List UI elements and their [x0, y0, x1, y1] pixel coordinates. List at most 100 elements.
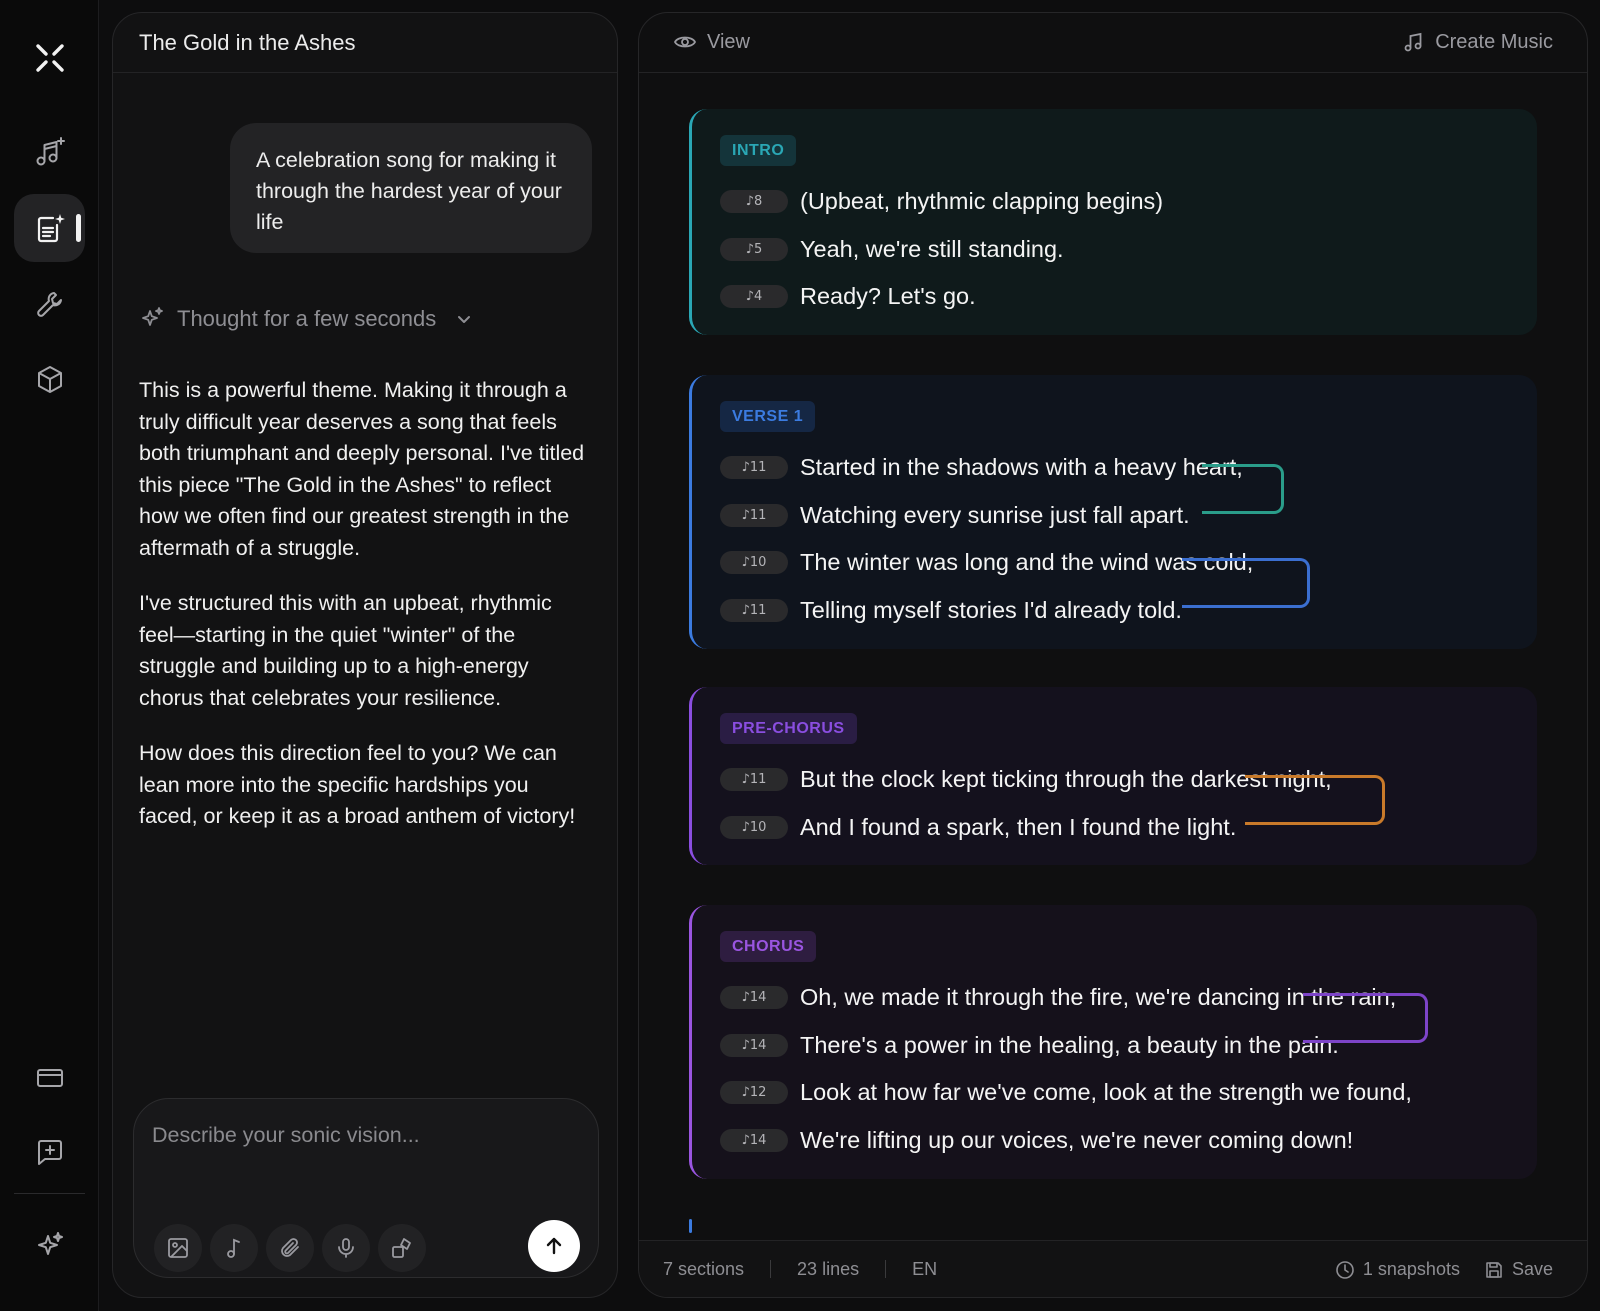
wrench-icon — [36, 292, 62, 317]
user-message: A celebration song for making it through… — [230, 123, 592, 253]
section-tag[interactable]: CHORUS — [720, 931, 817, 962]
syllable-count: ♪14 — [720, 1033, 788, 1057]
clock-icon — [1336, 1260, 1354, 1279]
document-sparkle-icon — [37, 214, 65, 243]
reply-paragraph: This is a powerful theme. Making it thro… — [139, 378, 585, 560]
save-label: Save — [1511, 1259, 1553, 1279]
editor-header: View Create Music — [639, 13, 1587, 73]
footer-divider — [885, 1260, 887, 1278]
nav-feedback[interactable] — [14, 1118, 85, 1186]
view-button[interactable]: View — [673, 30, 750, 54]
message-plus-icon — [37, 1140, 62, 1165]
syllable-count: ♪11 — [720, 456, 788, 480]
syllable-count: ♪11 — [720, 503, 788, 527]
logo-button[interactable] — [14, 24, 85, 92]
footer-divider — [770, 1260, 772, 1278]
assistant-reply: This is a powerful theme. Making it thro… — [139, 375, 591, 857]
lyric-text[interactable]: We're lifting up our voices, we're never… — [800, 1127, 1353, 1154]
thought-toggle[interactable]: Thought for a few seconds — [139, 306, 474, 332]
voice-input-button[interactable] — [322, 1224, 370, 1272]
lyric-line[interactable]: ♪10 The winter was long and the wind was … — [720, 539, 1537, 587]
lyric-text[interactable]: (Upbeat, rhythmic clapping begins) — [800, 188, 1163, 215]
card-icon — [36, 1069, 63, 1087]
active-indicator — [76, 214, 81, 242]
save-icon — [1486, 1261, 1502, 1278]
editor-footer: 7 sections 23 lines EN 1 snapshots Save — [639, 1240, 1587, 1297]
sparkle-icon — [142, 307, 163, 326]
nav-create-song[interactable] — [14, 118, 85, 186]
lyric-section-pre-chorus: PRE-CHORUS ♪11 But the clock kept ticking… — [689, 687, 1537, 865]
eye-icon — [673, 36, 697, 48]
chat-panel: The Gold in the Ashes A celebration song… — [112, 12, 618, 1298]
section-tag[interactable]: VERSE 1 — [720, 401, 816, 432]
lyric-section-chorus: CHORUS ♪14 Oh, we made it through the fir… — [689, 905, 1537, 1179]
lyric-line[interactable]: ♪8 (Upbeat, rhythmic clapping begins) — [720, 178, 1537, 226]
music-note-icon — [1404, 32, 1422, 52]
lyric-line[interactable]: ♪5 Yeah, we're still standing. — [720, 226, 1537, 274]
nav-packages[interactable] — [14, 346, 85, 414]
syllable-count: ♪11 — [720, 768, 788, 792]
lyric-line[interactable]: ♪14 We're lifting up our voices, we're ne… — [720, 1117, 1537, 1165]
chat-header: The Gold in the Ashes — [113, 13, 617, 73]
rhyme-link-purple — [1303, 993, 1428, 1043]
lyric-line[interactable]: ♪11 But the clock kept ticking through th… — [720, 756, 1537, 804]
view-label: View — [707, 30, 750, 53]
image-icon — [168, 1238, 188, 1258]
section-tag[interactable]: INTRO — [720, 135, 797, 166]
section-tag[interactable]: PRE-CHORUS — [720, 713, 857, 744]
nav-ai-assistant[interactable] — [14, 1212, 85, 1280]
lyric-line[interactable]: ♪11 Telling myself stories I'd already to… — [720, 587, 1537, 635]
nav-tools[interactable] — [14, 270, 85, 338]
arrow-up-icon — [546, 1237, 562, 1255]
rhyme-link-blue — [1182, 558, 1310, 608]
lyric-text[interactable]: Watching every sunrise just fall apart. — [800, 502, 1190, 529]
lyric-line[interactable]: ♪11 Started in the shadows with a heavy h… — [720, 444, 1537, 492]
music-sparkle-icon — [36, 137, 65, 166]
send-button[interactable] — [528, 1220, 580, 1272]
lyric-text[interactable]: Yeah, we're still standing. — [800, 236, 1064, 263]
save-button[interactable]: Save — [1484, 1259, 1553, 1280]
cube-icon — [37, 366, 62, 393]
lyric-text[interactable]: There's a power in the healing, a beauty… — [800, 1032, 1339, 1059]
song-title: The Gold in the Ashes — [139, 29, 356, 55]
lyric-text[interactable]: Telling myself stories I'd already told. — [800, 597, 1182, 624]
composer — [133, 1098, 599, 1278]
prompt-input[interactable] — [152, 1117, 572, 1153]
syllable-count: ♪14 — [720, 986, 788, 1010]
lyric-line[interactable]: ♪4 Ready? Let's go. — [720, 273, 1537, 321]
syllable-count: ♪8 — [720, 190, 788, 214]
next-section-edge — [689, 1219, 692, 1233]
reply-paragraph: How does this direction feel to you? We … — [139, 741, 576, 828]
snapshots-button[interactable]: 1 snapshots — [1335, 1259, 1460, 1280]
microphone-icon — [338, 1238, 354, 1258]
style-button[interactable] — [378, 1224, 426, 1272]
lyric-line[interactable]: ♪11 Watching every sunrise just fall apar… — [720, 492, 1537, 540]
app-rail — [0, 0, 99, 1311]
syllable-count: ♪4 — [720, 285, 788, 309]
syllable-count: ♪10 — [720, 551, 788, 575]
rhyme-link-teal — [1202, 464, 1284, 514]
lyric-text[interactable]: Look at how far we've come, look at the … — [800, 1079, 1412, 1106]
chevron-down-icon — [458, 316, 471, 323]
rhyme-link-orange — [1245, 775, 1385, 825]
syllable-count: ♪10 — [720, 815, 788, 839]
lyric-text[interactable]: Ready? Let's go. — [800, 283, 976, 310]
syllable-count: ♪12 — [720, 1081, 788, 1105]
lyric-line[interactable]: ♪10 And I found a spark, then I found the… — [720, 804, 1537, 852]
lyric-text[interactable]: And I found a spark, then I found the li… — [800, 814, 1236, 841]
shapes-icon — [392, 1238, 411, 1258]
create-music-button[interactable]: Create Music — [1401, 30, 1553, 54]
logo-icon — [35, 44, 64, 72]
nav-billing[interactable] — [14, 1044, 85, 1112]
lyric-text[interactable]: Started in the shadows with a heavy hear… — [800, 454, 1243, 481]
lyrics-editor-panel: View Create Music INTRO ♪8 (Upbeat, rhyth… — [638, 12, 1588, 1298]
attach-audio-button[interactable] — [210, 1224, 258, 1272]
language-code[interactable]: EN — [912, 1259, 937, 1280]
nav-lyrics-editor[interactable] — [14, 194, 85, 262]
attach-file-button[interactable] — [266, 1224, 314, 1272]
lyric-section-verse-1: VERSE 1 ♪11 Started in the shadows with a… — [689, 375, 1537, 649]
syllable-count: ♪14 — [720, 1128, 788, 1152]
attach-image-button[interactable] — [154, 1224, 202, 1272]
section-count: 7 sections — [663, 1258, 745, 1279]
lyric-line[interactable]: ♪12 Look at how far we've come, look at t… — [720, 1069, 1537, 1117]
